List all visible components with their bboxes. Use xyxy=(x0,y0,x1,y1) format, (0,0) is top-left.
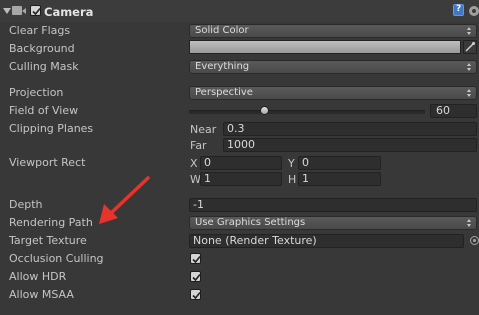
annotation-arrow-icon xyxy=(99,176,150,224)
